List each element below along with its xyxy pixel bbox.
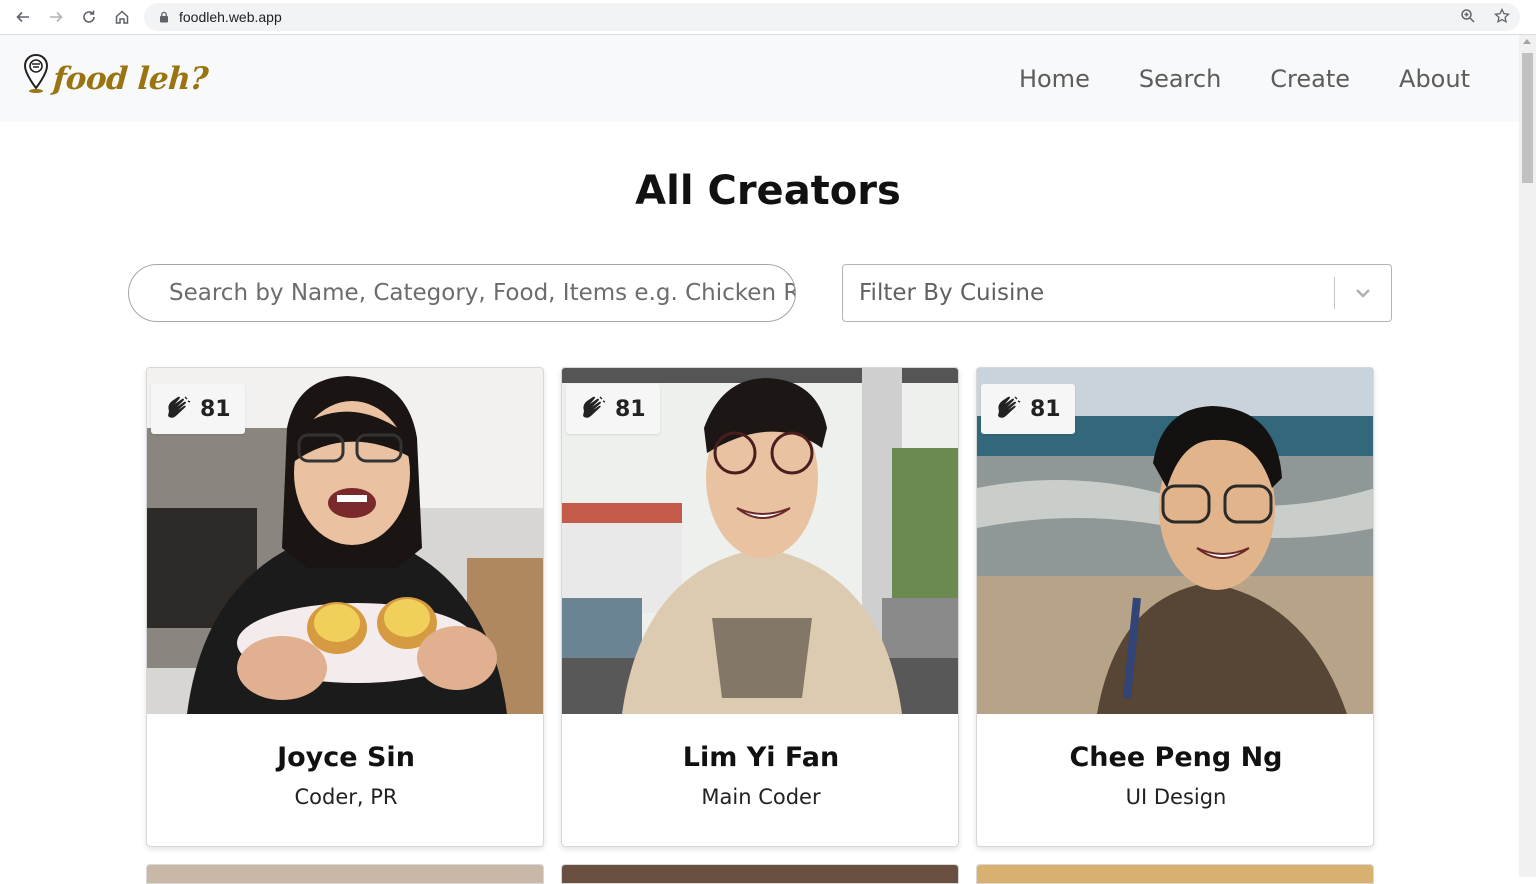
bookmark-star-icon[interactable] [1494,7,1510,29]
clap-hands-icon [168,396,191,418]
site-logo[interactable]: food leh? [22,53,210,97]
creator-card[interactable]: 81 Joyce Sin Coder, PR [146,367,544,847]
clap-count: 81 [200,396,231,422]
back-icon[interactable] [6,2,39,32]
creator-role: Main Coder [701,785,821,809]
nav-home[interactable]: Home [1019,65,1090,93]
search-input[interactable] [169,280,795,306]
creator-card[interactable]: 81 Chee Peng Ng UI Design [976,367,1374,847]
page-title: All Creators [635,168,901,214]
address-bar[interactable]: foodleh.web.app [144,3,1520,31]
nav-create[interactable]: Create [1270,65,1350,93]
site-header: food leh? Home Search Create About [0,35,1519,122]
creator-card-peek[interactable] [561,864,959,884]
clap-count: 81 [1030,396,1061,422]
clap-hands-icon [583,396,606,418]
url-text: foodleh.web.app [179,9,282,25]
creator-card-peek[interactable] [976,864,1374,884]
main-nav: Home Search Create About [970,65,1470,93]
clap-badge[interactable]: 81 [981,384,1075,434]
clap-count: 81 [615,396,646,422]
nav-search[interactable]: Search [1139,65,1221,93]
zoom-icon[interactable] [1460,8,1476,29]
clap-hands-icon [998,396,1021,418]
creator-name: Chee Peng Ng [1069,742,1283,773]
map-pin-icon [23,53,49,93]
forward-icon[interactable] [39,2,72,32]
clap-badge[interactable]: 81 [151,384,245,434]
search-field[interactable] [128,264,796,322]
page-scrollbar[interactable] [1519,35,1536,877]
logo-text: food leh? [51,61,210,97]
chevron-down-icon[interactable] [1335,283,1391,303]
cuisine-filter-select[interactable]: Filter By Cuisine [842,264,1392,322]
clap-badge[interactable]: 81 [566,384,660,434]
reload-icon[interactable] [72,2,105,32]
lock-icon [158,11,170,23]
creator-name: Joyce Sin [277,742,415,773]
creator-card[interactable]: 81 Lim Yi Fan Main Coder [561,367,959,847]
filter-placeholder: Filter By Cuisine [859,280,1045,306]
home-icon[interactable] [105,2,138,32]
scroll-up-icon[interactable] [1523,39,1531,44]
browser-toolbar: foodleh.web.app [0,0,1536,35]
creator-name: Lim Yi Fan [682,742,840,773]
scroll-thumb[interactable] [1522,53,1533,183]
creator-role: UI Design [1125,785,1227,809]
creator-card-peek[interactable] [146,864,544,884]
nav-about[interactable]: About [1399,65,1470,93]
creator-role: Coder, PR [294,785,398,809]
